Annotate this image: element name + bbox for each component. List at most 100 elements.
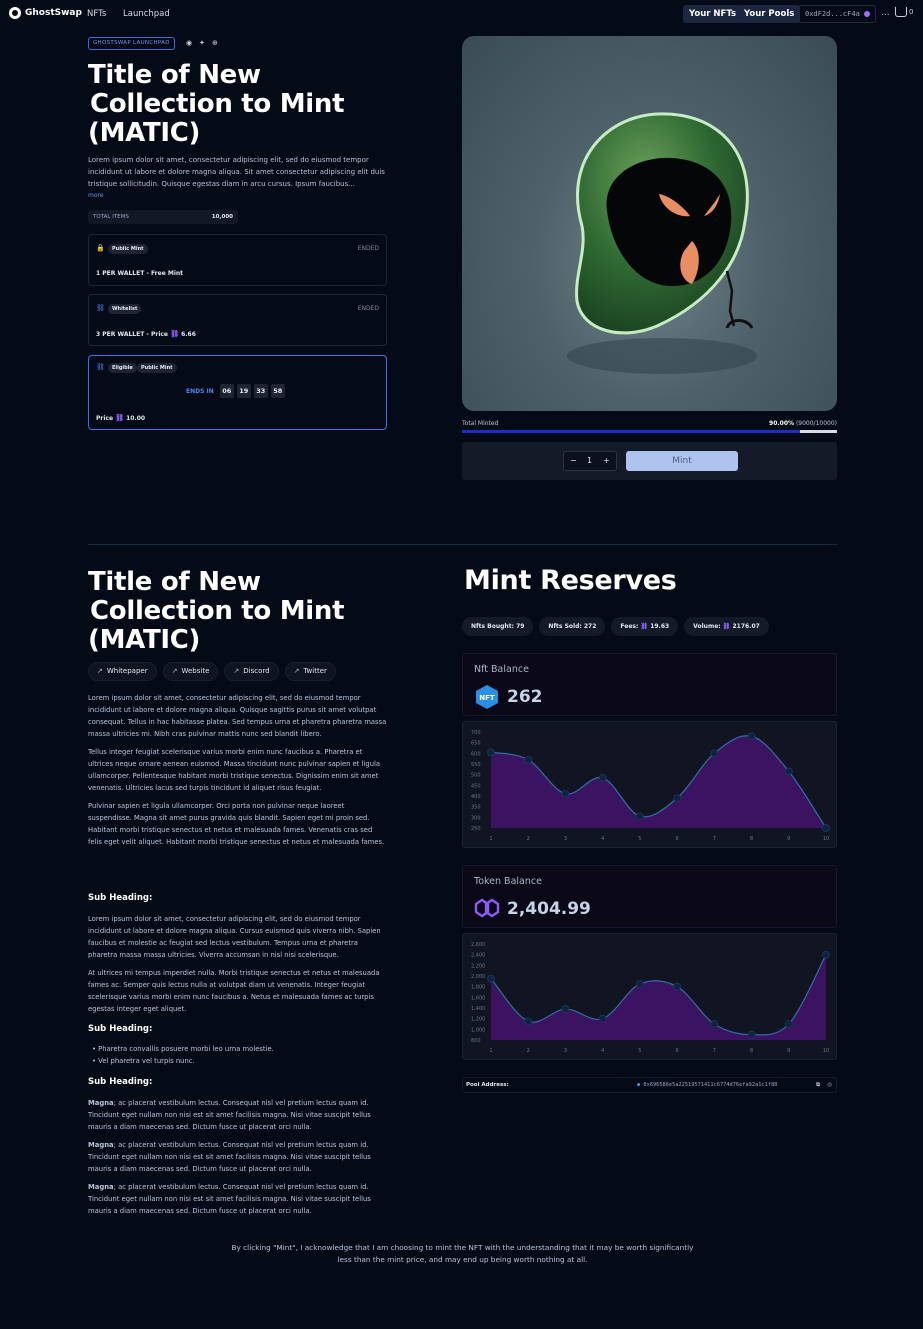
sub-heading: Sub Heading: (88, 893, 153, 903)
wallet-button[interactable]: 0xdF2d...cF4a (798, 5, 876, 23)
your-pools-button[interactable]: Your Pools (738, 5, 801, 23)
collection-description: Lorem ipsum dolor sit amet, consectetur … (88, 156, 385, 188)
twitter-icon[interactable]: ✦ (199, 39, 205, 47)
pool-address-value[interactable]: ● 0x696586e5a22519571411c6774d76efa92a1c… (637, 1078, 777, 1093)
external-link-icon: ↗ (171, 667, 178, 675)
more-menu-button[interactable]: ... (881, 8, 890, 18)
matic-icon: ⛓ (722, 623, 731, 630)
matic-icon: ● (637, 1082, 641, 1088)
minted-count: 90.00% (9000/10000) (769, 420, 837, 427)
details-body-3: Magna; ac placerat vestibulum lectus. Co… (88, 1097, 388, 1223)
x-tick-label: 7 (713, 836, 716, 842)
link-icon: ⛓ (96, 363, 105, 371)
discord-link[interactable]: ↗ Discord (224, 662, 279, 681)
mint-disclaimer: By clicking "Mint", I acknowledge that I… (231, 1243, 694, 1264)
x-tick-label: 5 (638, 1048, 641, 1054)
x-tick-label: 10 (823, 836, 829, 842)
discord-icon[interactable]: ◉ (186, 39, 192, 47)
your-nfts-button[interactable]: Your NFTs (683, 5, 743, 23)
twitter-link[interactable]: ↗ Twitter (284, 662, 336, 681)
brand-logo[interactable]: GhostSwap (9, 7, 82, 19)
link-label: Discord (243, 667, 270, 675)
top-nav: GhostSwap NFTs Launchpad Your NFTs Your … (0, 0, 923, 30)
y-tick-label: 550 (471, 762, 481, 768)
minted-fraction: (9000/10000) (795, 420, 837, 427)
nft-icon-text: NFT (479, 694, 495, 702)
phase-card-whitelist[interactable]: ⛓ Whitelist ENDED 3 PER WALLET - Price ⛓… (88, 294, 387, 346)
data-point (747, 1030, 756, 1039)
x-tick-label: 1 (489, 836, 492, 842)
nft-balance-card: Nft Balance NFT 262 (462, 653, 837, 716)
y-tick-label: 1,600 (471, 995, 485, 1001)
nft-balance-label: Nft Balance (474, 664, 529, 675)
more-link[interactable]: more (88, 192, 104, 199)
phase-status: ENDED (357, 245, 379, 252)
stat-label: Nfts Bought: (471, 623, 514, 630)
total-items-value: 10,000 (211, 214, 233, 220)
x-tick-label: 9 (787, 1048, 790, 1054)
x-tick-label: 2 (527, 1048, 530, 1054)
paragraph: Magna; ac placerat vestibulum lectus. Co… (88, 1181, 388, 1217)
minted-percent: 90.00% (769, 420, 795, 427)
link-label: Twitter (303, 667, 327, 675)
stat-value: 272 (583, 623, 597, 630)
increment-button[interactable]: + (603, 456, 610, 465)
active-price: Price ⛓ 10.00 (96, 414, 145, 422)
mint-button[interactable]: Mint (626, 451, 738, 471)
bullet-list: Pharetra convallis posuere morbi leo urn… (88, 1043, 388, 1067)
y-tick-label: 350 (471, 805, 481, 811)
x-tick-label: 1 (489, 1048, 492, 1054)
stat-value: 19.63 (650, 623, 670, 630)
x-tick-label: 3 (564, 1048, 567, 1054)
list-item: Vel pharetra vel turpis nunc. (92, 1055, 388, 1067)
cart-icon[interactable] (895, 7, 907, 17)
timer-seconds: 58 (270, 384, 285, 398)
token-balance-value: 2,404.99 (507, 899, 591, 919)
copy-icon[interactable]: ⧉ (816, 1078, 820, 1093)
nav-link-nfts[interactable]: NFTs (87, 9, 106, 19)
decrement-button[interactable]: − (570, 456, 577, 465)
stat-volume: Volume: ⛓ 2176.07 (684, 617, 769, 636)
phase-tag: Whitelist (108, 304, 142, 314)
phase-card-public-mint[interactable]: 🔒 Public Mint ENDED 1 PER WALLET - Free … (88, 234, 387, 286)
mint-progress-fill (462, 430, 800, 433)
x-tick-label: 9 (787, 836, 790, 842)
matic-icon: ⛓ (640, 623, 649, 630)
website-link[interactable]: ↗ Website (162, 662, 219, 681)
paragraph: Lorem ipsum dolor sit amet, consectetur … (88, 694, 387, 738)
data-point (635, 812, 644, 821)
lock-icon: 🔒 (96, 244, 105, 252)
phase-price: 6.66 (181, 331, 196, 338)
whitepaper-link[interactable]: ↗ Whitepaper (88, 662, 157, 681)
price-label: Price (96, 415, 114, 422)
globe-icon[interactable]: ⊕ (212, 39, 218, 47)
nav-link-launchpad[interactable]: Launchpad (123, 9, 170, 19)
phase-tag: Public Mint (137, 363, 177, 373)
y-tick-label: 2,400 (471, 953, 485, 959)
external-link-icon: ↗ (233, 667, 240, 675)
title-line: Collection to Mint (90, 89, 345, 119)
collection-title: Title of New Collection to Mint (MATIC) (88, 61, 345, 148)
nft-hexagon-icon: NFT (476, 685, 498, 709)
countdown-timer: ENDS IN 06 19 33 58 (186, 384, 285, 398)
cart-count: 0 (909, 8, 914, 16)
y-tick-label: 650 (471, 741, 481, 747)
mint-progress-bar (462, 430, 837, 433)
ghost-nft-illustration (567, 112, 757, 374)
phase-tag: Public Mint (108, 244, 148, 254)
y-tick-label: 450 (471, 783, 481, 789)
y-tick-label: 1,800 (471, 985, 485, 991)
y-tick-label: 250 (471, 826, 481, 832)
price-value: 10.00 (126, 415, 146, 422)
x-tick-label: 7 (713, 1048, 716, 1054)
quantity-stepper[interactable]: − 1 + (563, 451, 617, 471)
wallet-avatar-icon (864, 11, 870, 17)
explorer-icon[interactable]: ◎ (827, 1078, 832, 1093)
sub-heading: Sub Heading: (88, 1077, 153, 1087)
section-divider (88, 544, 837, 545)
brand-name: GhostSwap (25, 8, 82, 18)
x-tick-label: 6 (676, 836, 679, 842)
y-tick-label: 400 (471, 794, 481, 800)
ends-in-label: ENDS IN (186, 387, 214, 395)
mint-progress-label: Total Minted 90.00% (9000/10000) (462, 420, 837, 427)
